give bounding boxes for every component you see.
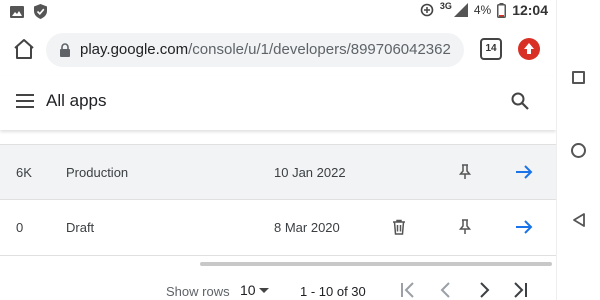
installs-cell: 0 [16,220,24,235]
pin-icon[interactable] [458,164,472,180]
status-cell: Production [66,165,129,180]
next-page-icon[interactable] [474,280,494,300]
extension-button[interactable] [518,38,540,60]
status-bar: 3G 4% 12:04 [0,0,556,24]
first-page-icon[interactable] [398,280,418,300]
last-updated-cell: 10 Jan 2022 [274,165,346,180]
home-icon[interactable] [12,37,36,61]
home-circle-icon[interactable] [571,143,586,158]
battery-icon [497,2,507,18]
tab-switcher-button[interactable]: 14 [480,38,502,60]
last-updated-cell: 8 Mar 2020 [274,220,340,235]
shield-icon [34,4,47,19]
pin-icon[interactable] [458,219,472,235]
upload-arrow-icon [524,43,534,54]
rows-per-page-label: Show rows [166,284,230,299]
app-header: All apps [0,76,556,130]
signal-icon [453,3,468,17]
status-cell: Draft [66,220,95,235]
page-title: All apps [46,91,107,110]
horizontal-scrollbar[interactable] [200,262,552,266]
table-row[interactable]: 0 Draft 8 Mar 2020 [0,200,556,256]
address-bar[interactable]: play.google.com/console/u/1/developers/8… [46,33,464,67]
data-saver-icon [420,3,434,17]
lock-icon [60,43,70,57]
installs-cell: 6K [16,165,32,180]
recent-apps-icon[interactable] [572,71,585,84]
dropdown-caret-icon[interactable] [259,288,269,293]
search-icon[interactable] [510,91,530,111]
previous-page-icon[interactable] [436,280,456,300]
image-notification-icon [10,5,24,18]
table-row[interactable]: 6K Production 10 Jan 2022 [0,144,556,200]
system-navigation-bar [556,0,600,300]
delete-icon[interactable] [392,219,406,235]
url-text: play.google.com/console/u/1/developers/8… [80,41,451,58]
clock: 12:04 [512,2,548,18]
rows-per-page-select[interactable]: 10 [240,282,256,298]
url-path: /console/u/1/developers/899706042362 [188,41,451,58]
apps-table: 6K Production 10 Jan 2022 0 Draft 8 Mar … [0,144,556,256]
browser-toolbar: play.google.com/console/u/1/developers/8… [0,24,556,76]
page-range: 1 - 10 of 30 [300,284,366,299]
pagination: Show rows 10 1 - 10 of 30 [0,276,556,300]
open-app-arrow-icon[interactable] [514,164,534,180]
hamburger-menu-icon[interactable] [16,94,34,108]
url-domain: play.google.com [80,41,189,58]
back-triangle-icon[interactable] [571,212,587,228]
battery-percent: 4% [473,3,492,17]
last-page-icon[interactable] [510,280,530,300]
open-app-arrow-icon[interactable] [514,219,534,235]
network-type: 3G [439,1,452,11]
